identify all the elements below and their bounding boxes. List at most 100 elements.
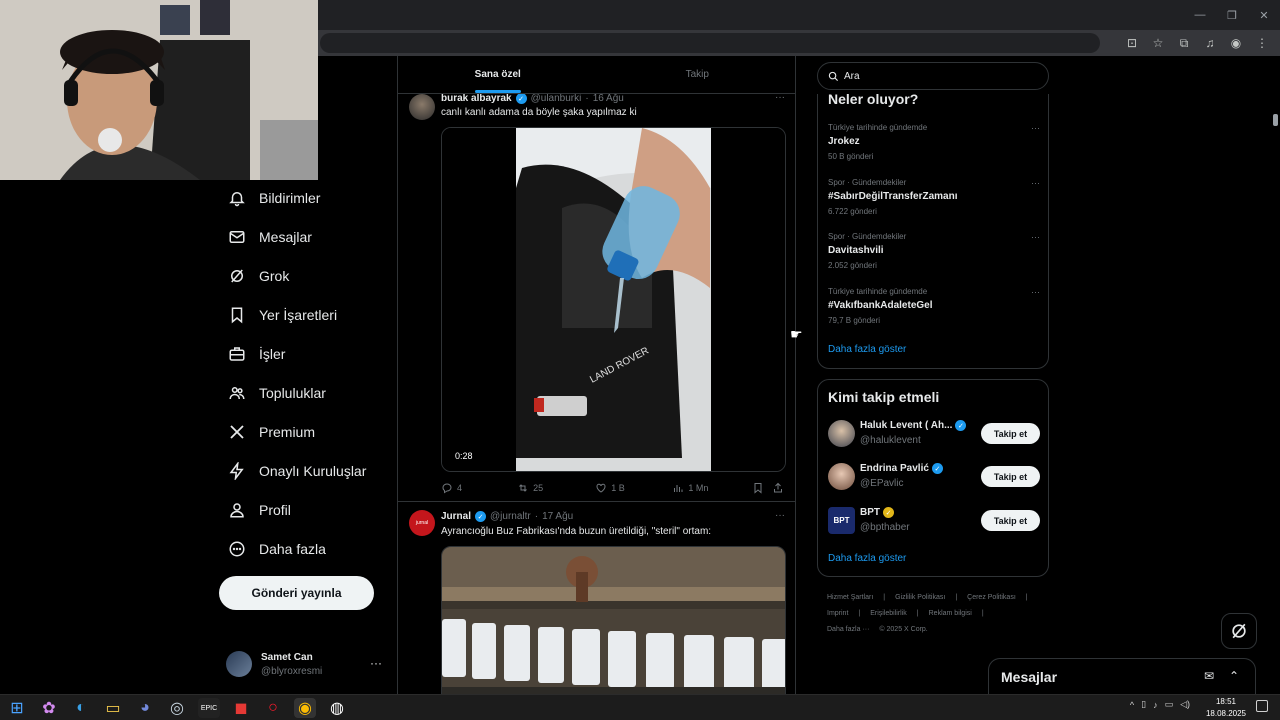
file-explorer-icon[interactable]: ▭ <box>102 698 124 718</box>
bookmark-button[interactable] <box>752 482 772 494</box>
more-icon[interactable]: ··· <box>1031 123 1040 133</box>
steam-icon[interactable]: ◎ <box>166 698 188 718</box>
discord-icon[interactable]: ◕ <box>134 698 156 718</box>
profile-icon[interactable]: ◉ <box>1226 33 1246 53</box>
views-button[interactable]: 1 Mn <box>672 482 752 494</box>
volume-icon[interactable]: ◁) <box>1180 699 1190 710</box>
star-icon[interactable]: ☆ <box>1148 33 1168 53</box>
restore-icon[interactable]: ❐ <box>1216 0 1248 30</box>
microphone-icon[interactable]: ♪ <box>1153 700 1158 710</box>
like-count: 1 B <box>611 483 625 493</box>
avatar[interactable] <box>828 420 855 447</box>
network-icon[interactable]: ▭ <box>1165 699 1174 710</box>
notification-center-icon[interactable] <box>1256 700 1268 712</box>
menu-icon[interactable]: ⋮ <box>1252 33 1272 53</box>
address-bar[interactable] <box>320 33 1100 53</box>
tweet[interactable]: jurnal Jurnal ✓ @jurnaltr · 17 Ağu ··· A… <box>398 502 795 694</box>
app-red-icon[interactable]: ◼ <box>230 698 252 718</box>
more-icon[interactable]: ··· <box>370 656 382 670</box>
follow-suggestion[interactable]: BPT BPT ✓ @bpthaber Takip et <box>828 505 1040 537</box>
extensions-icon[interactable]: ⧉ <box>1174 33 1194 53</box>
avatar[interactable]: jurnal <box>409 510 435 536</box>
suggestion-name[interactable]: BPT <box>860 507 880 518</box>
avatar[interactable] <box>828 463 855 490</box>
follow-suggestion[interactable]: Endrina Pavlić ✓ @EPavlic Takip et <box>828 461 1040 493</box>
media-control-icon[interactable]: ♫ <box>1200 33 1220 53</box>
footer-link[interactable]: Gizlilik Politikası <box>895 594 945 601</box>
trends-show-more-link[interactable]: Daha fazla göster <box>828 344 906 355</box>
footer-link[interactable]: Çerez Politikası <box>967 594 1016 601</box>
minimize-icon[interactable]: — <box>1184 0 1216 30</box>
tweet-video[interactable]: LAND ROVER 0:28 <box>441 127 786 472</box>
author-name[interactable]: Jurnal <box>441 511 471 522</box>
follow-show-more-link[interactable]: Daha fazla göster <box>828 553 906 564</box>
sidebar-item-more[interactable]: Daha fazla <box>218 529 388 568</box>
author-handle[interactable]: @jurnaltr <box>490 511 531 522</box>
follow-button[interactable]: Takip et <box>981 423 1040 444</box>
scrollbar-thumb[interactable] <box>1273 114 1278 126</box>
tray-expand-icon[interactable]: ^ <box>1130 700 1134 710</box>
more-icon[interactable]: ··· <box>1031 232 1040 242</box>
share-button[interactable] <box>772 482 786 494</box>
opera-icon[interactable]: ○ <box>262 698 284 718</box>
sidebar-item-profile[interactable]: Profil <box>218 490 388 529</box>
close-icon[interactable]: ✕ <box>1248 0 1280 30</box>
post-button[interactable]: Gönderi yayınla <box>219 576 374 610</box>
trend-item[interactable]: Türkiye tarihinde gündemde Jrokez 50 B g… <box>828 123 1040 161</box>
expand-icon[interactable]: ⌃ <box>1229 669 1239 683</box>
suggestion-name[interactable]: Haluk Levent ( Ah... <box>860 420 952 431</box>
edge-icon[interactable]: ◐ <box>70 698 92 718</box>
page-scrollbar[interactable] <box>1271 56 1280 694</box>
avatar[interactable] <box>409 94 435 120</box>
like-button[interactable]: 1 B <box>595 482 672 494</box>
sidebar-item-jobs[interactable]: İşler <box>218 334 388 373</box>
follow-button[interactable]: Takip et <box>981 466 1040 487</box>
trend-item[interactable]: Spor · Gündemdekiler #SabırDeğilTransfer… <box>828 178 1040 216</box>
chrome-icon[interactable]: ◉ <box>294 698 316 718</box>
author-name[interactable]: burak albayrak <box>441 93 512 104</box>
tweet-image[interactable] <box>441 546 786 694</box>
tweet-date[interactable]: 17 Ağu <box>542 511 573 522</box>
epic-games-icon[interactable]: EPIC <box>198 698 220 718</box>
avatar[interactable]: BPT <box>828 507 855 534</box>
new-message-icon[interactable]: ✉ <box>1204 669 1214 683</box>
retweet-button[interactable]: 25 <box>517 482 595 494</box>
footer-link[interactable]: Daha fazla ··· <box>827 626 869 633</box>
tab-following[interactable]: Takip <box>598 56 796 93</box>
copilot-icon[interactable]: ✿ <box>38 698 60 718</box>
more-icon[interactable]: ··· <box>1031 178 1040 188</box>
follow-suggestion[interactable]: Haluk Levent ( Ah... ✓ @haluklevent Taki… <box>828 418 1040 450</box>
taskbar-clock[interactable]: 18:51 18.08.2025 <box>1206 696 1246 720</box>
sidebar-item-bookmarks[interactable]: Yer İşaretleri <box>218 295 388 334</box>
search-input[interactable] <box>844 70 1024 82</box>
footer-link[interactable]: Imprint <box>827 610 848 617</box>
author-handle[interactable]: @ulanburki <box>531 93 582 104</box>
sidebar-item-verified-orgs[interactable]: Onaylı Kuruluşlar <box>218 451 388 490</box>
tab-for-you[interactable]: Sana özel <box>398 56 598 93</box>
install-app-icon[interactable]: ⊡ <box>1122 33 1142 53</box>
sidebar-item-messages[interactable]: Mesajlar <box>218 217 388 256</box>
suggestion-name[interactable]: Endrina Pavlić <box>860 463 929 474</box>
windows-start-icon[interactable]: ⊞ <box>6 698 28 718</box>
trend-item[interactable]: Spor · Gündemdekiler Davitashvili 2.052 … <box>828 232 1040 270</box>
footer-link[interactable]: Hizmet Şartları <box>827 594 873 601</box>
tweet-date[interactable]: 16 Ağu <box>593 93 624 104</box>
sidebar-item-communities[interactable]: Topluluklar <box>218 373 388 412</box>
trend-item[interactable]: Türkiye tarihinde gündemde #VakıfbankAda… <box>828 287 1040 325</box>
messages-drawer[interactable]: Mesajlar ✉ ⌃ <box>988 658 1256 694</box>
more-icon[interactable]: ··· <box>775 510 785 521</box>
search-box[interactable] <box>817 62 1049 90</box>
tweet[interactable]: burak albayrak ✓ @ulanburki · 16 Ağu ···… <box>398 86 795 502</box>
footer-link[interactable]: Reklam bilgisi <box>929 610 972 617</box>
battery-icon[interactable]: ▯ <box>1141 699 1146 710</box>
footer-link[interactable]: Erişilebilirlik <box>870 610 907 617</box>
sidebar-item-grok[interactable]: Grok <box>218 256 388 295</box>
reply-button[interactable]: 4 <box>441 482 517 494</box>
sidebar-item-premium[interactable]: Premium <box>218 412 388 451</box>
grok-floating-button[interactable] <box>1221 613 1257 649</box>
sidebar-item-notifications[interactable]: Bildirimler <box>218 178 388 217</box>
more-icon[interactable]: ··· <box>1031 287 1040 297</box>
app-generic-icon[interactable]: ◍ <box>326 698 348 718</box>
follow-button[interactable]: Takip et <box>981 510 1040 531</box>
account-switcher[interactable]: Samet Can @blyroxresmi ··· <box>226 648 386 680</box>
